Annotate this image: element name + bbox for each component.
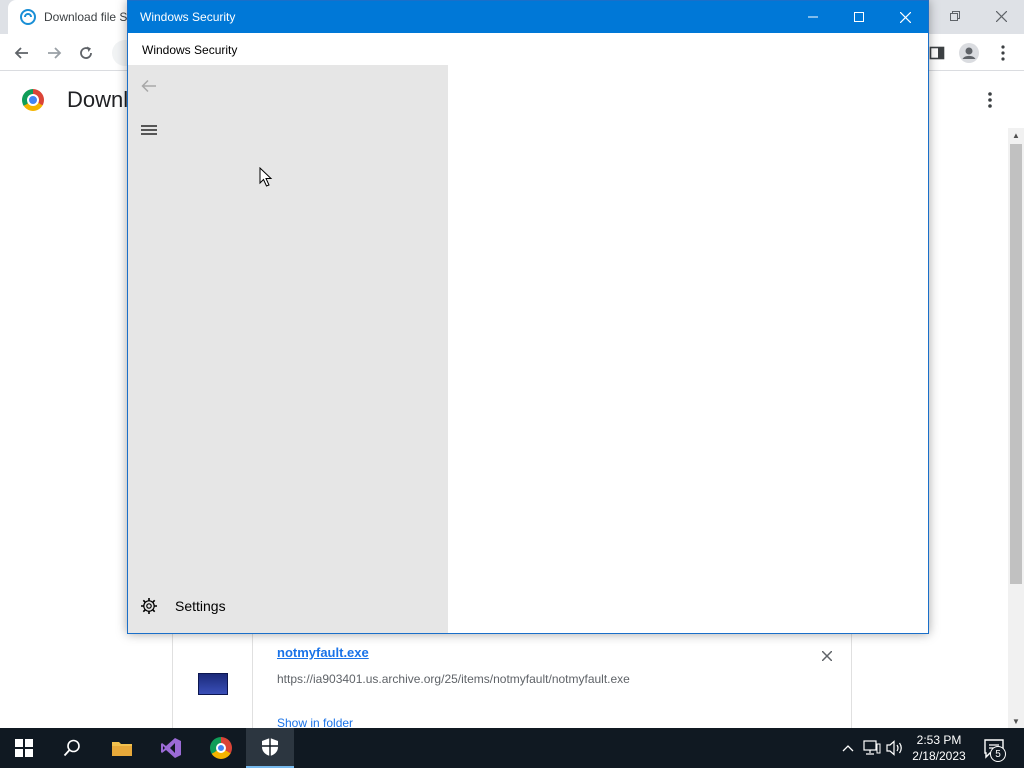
download-site-favicon-icon [20, 9, 36, 25]
minimize-icon[interactable] [790, 1, 836, 33]
download-item: notmyfault.exe https://ia903401.us.archi… [172, 634, 852, 734]
forward-arrow-icon[interactable] [41, 40, 67, 66]
mouse-pointer-icon [259, 167, 273, 187]
downloads-page-title: Downl [67, 87, 129, 112]
remove-download-close-icon[interactable] [817, 646, 837, 666]
gear-icon [141, 598, 157, 614]
nav-item-settings[interactable]: Settings [128, 593, 448, 619]
downloads-header: Downl [22, 86, 128, 114]
window-title: Windows Security [140, 10, 236, 24]
app-title: Windows Security [142, 43, 238, 57]
close-icon[interactable] [882, 1, 928, 33]
executable-file-icon [197, 673, 228, 695]
page-scrollbar[interactable]: ▲ ▼ [1008, 128, 1024, 728]
scroll-down-arrow-icon[interactable]: ▼ [1008, 714, 1024, 728]
search-icon[interactable] [48, 728, 96, 768]
window-titlebar[interactable]: Windows Security [128, 1, 928, 33]
windows-security-icon[interactable] [246, 728, 294, 768]
chrome-logo-icon [22, 89, 44, 111]
scroll-up-arrow-icon[interactable]: ▲ [1008, 128, 1024, 142]
taskbar: 2:53 PM 2/18/2023 5 [0, 728, 1024, 768]
browser-tab-title: Download file S [44, 10, 128, 24]
file-explorer-icon[interactable] [98, 728, 146, 768]
browser-menu-icon[interactable] [990, 40, 1016, 66]
reload-icon[interactable] [73, 40, 99, 66]
windows-security-window: Windows Security Windows Security Settin… [127, 0, 929, 634]
back-arrow-icon[interactable] [9, 40, 35, 66]
browser-close-icon[interactable] [978, 0, 1024, 32]
maximize-icon[interactable] [836, 1, 882, 33]
profile-avatar-icon[interactable] [956, 40, 982, 66]
navigation-pane: Settings [128, 65, 448, 633]
clock-time: 2:53 PM [916, 733, 962, 747]
network-icon[interactable] [862, 738, 882, 758]
start-icon[interactable] [0, 728, 48, 768]
show-hidden-icons-chevron-icon[interactable] [838, 738, 858, 758]
download-file-link[interactable]: notmyfault.exe [277, 645, 369, 660]
taskbar-clock[interactable]: 2:53 PM 2/18/2023 [900, 732, 978, 764]
browser-restore-icon[interactable] [932, 0, 978, 32]
clock-date: 2/18/2023 [912, 749, 966, 763]
scroll-thumb[interactable] [1010, 144, 1022, 584]
visual-studio-icon[interactable] [147, 728, 195, 768]
chrome-icon[interactable] [197, 728, 245, 768]
nav-item-settings-label: Settings [175, 598, 226, 614]
back-arrow-icon[interactable] [138, 75, 160, 97]
notification-count-badge: 5 [990, 746, 1006, 762]
download-file-icon-cell [173, 634, 253, 734]
downloads-menu-icon[interactable] [980, 90, 1000, 110]
download-source-url: https://ia903401.us.archive.org/25/items… [277, 672, 630, 686]
hamburger-menu-icon[interactable] [138, 119, 160, 141]
